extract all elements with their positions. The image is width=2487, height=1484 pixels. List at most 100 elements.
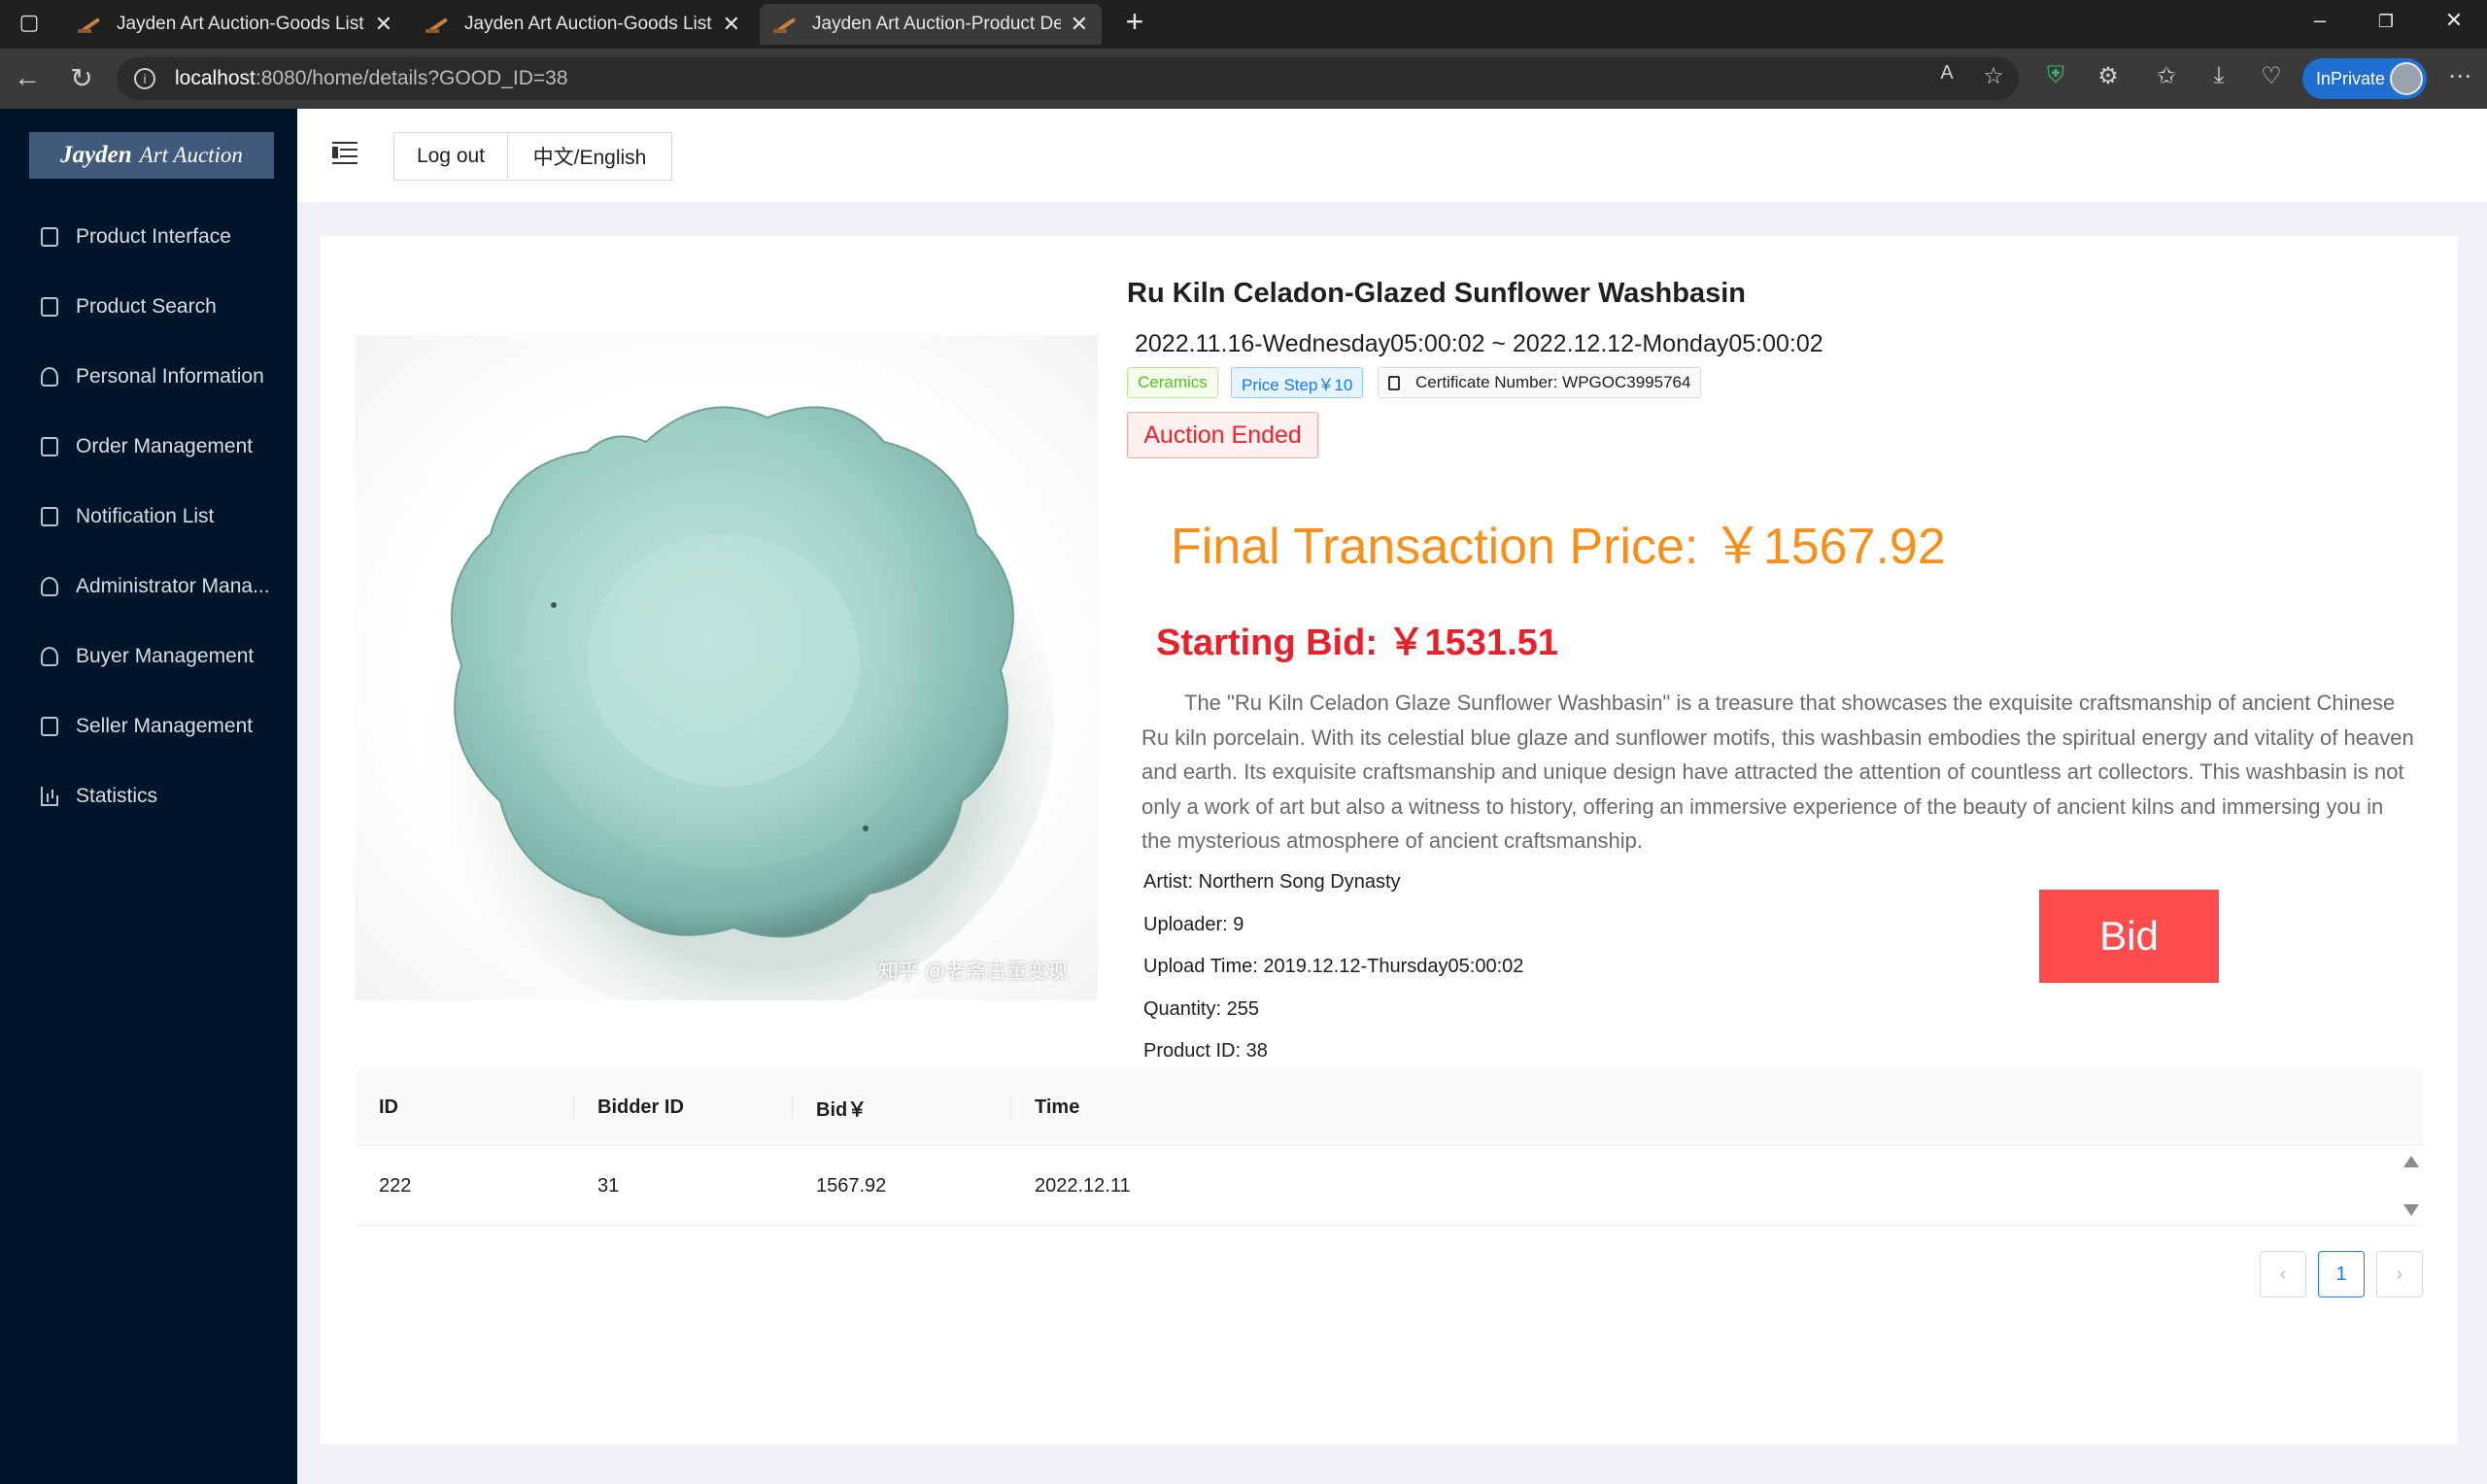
close-icon[interactable]: ✕ bbox=[375, 12, 392, 37]
id-card-icon bbox=[41, 717, 58, 736]
bar-chart-icon bbox=[41, 787, 58, 806]
starting-bid: Starting Bid: ￥1531.51 bbox=[1156, 623, 1558, 663]
tab-actions-icon[interactable]: ▢ bbox=[10, 10, 49, 35]
browser-tab-3[interactable]: Jayden Art Auction-Product Details ✕ bbox=[760, 4, 1102, 45]
table-row[interactable]: 222 31 1567.92 2022.12.11 bbox=[356, 1146, 2423, 1226]
product-id-info: Product ID: 38 bbox=[1143, 1040, 1268, 1062]
pagination-next-button[interactable]: › bbox=[2376, 1251, 2423, 1298]
bid-button[interactable]: Bid bbox=[2039, 890, 2219, 983]
sidebar-item-label: Statistics bbox=[76, 785, 158, 807]
more-menu-icon[interactable]: ⋯ bbox=[2442, 62, 2477, 90]
sidebar-item-order-management[interactable]: Order Management bbox=[0, 420, 297, 474]
uploader-info: Uploader: 9 bbox=[1143, 914, 1244, 935]
browser-tab-title: Jayden Art Auction-Goods List bbox=[464, 14, 712, 34]
url-input[interactable]: i localhost:8080/home/details?GOOD_ID=38 bbox=[117, 57, 2019, 100]
favorite-star-icon[interactable]: ☆ bbox=[1976, 62, 2011, 90]
table-header: ID Bidder ID Bid￥ Time bbox=[356, 1068, 2423, 1146]
sidebar-item-label: Seller Management bbox=[76, 715, 254, 737]
health-icon[interactable]: ♡ bbox=[2254, 62, 2289, 90]
restore-icon[interactable]: ❐ bbox=[2367, 12, 2405, 32]
scroll-down-arrow-icon[interactable] bbox=[2403, 1204, 2419, 1216]
artist-info: Artist: Northern Song Dynasty bbox=[1143, 871, 1401, 893]
browser-tab-title: Jayden Art Auction-Goods List bbox=[117, 14, 364, 34]
language-toggle-button[interactable]: 中文/English bbox=[507, 132, 672, 181]
extensions-icon[interactable]: ⚙ bbox=[2091, 62, 2126, 90]
close-icon[interactable]: ✕ bbox=[723, 12, 740, 37]
product-title: Ru Kiln Celadon-Glazed Sunflower Washbas… bbox=[1127, 278, 1746, 309]
browser-tab-2[interactable]: Jayden Art Auction-Goods List ✕ bbox=[412, 4, 754, 45]
favorites-icon[interactable]: ✩ bbox=[2149, 62, 2184, 90]
browser-tab-title: Jayden Art Auction-Product Details bbox=[812, 14, 1061, 34]
certificate-tag: Certificate Number: WPGOC3995764 bbox=[1378, 367, 1702, 398]
url-host: localhost bbox=[175, 67, 256, 89]
new-tab-icon[interactable]: + bbox=[1115, 4, 1154, 40]
sidebar-item-label: Product Search bbox=[76, 295, 217, 318]
gavel-icon bbox=[78, 16, 103, 33]
cell-id: 222 bbox=[379, 1174, 412, 1197]
order-icon bbox=[41, 437, 58, 456]
shield-icon[interactable]: ⛨ bbox=[2038, 62, 2073, 89]
window-close-icon[interactable]: ✕ bbox=[2435, 8, 2473, 33]
app-header: Log out 中文/English bbox=[297, 109, 2487, 202]
app-logo[interactable]: Jayden Art Auction bbox=[29, 132, 274, 179]
upload-time-info: Upload Time: 2019.12.12-Thursday05:00:02 bbox=[1143, 956, 1524, 977]
sidebar-item-label: Order Management bbox=[76, 435, 254, 457]
document-icon bbox=[41, 507, 58, 526]
logo-bold-text: Jayden bbox=[60, 142, 132, 168]
logout-button[interactable]: Log out bbox=[393, 132, 508, 181]
refresh-icon[interactable]: ↻ bbox=[62, 62, 101, 94]
product-image bbox=[355, 335, 1098, 1000]
sidebar-item-statistics[interactable]: Statistics bbox=[0, 769, 297, 824]
column-header-bidder-id: Bidder ID bbox=[597, 1096, 684, 1118]
download-icon[interactable]: ⤓ bbox=[2201, 62, 2236, 89]
cell-bid: 1567.92 bbox=[816, 1174, 887, 1197]
pagination-page-1[interactable]: 1 bbox=[2318, 1251, 2365, 1298]
column-header-time: Time bbox=[1035, 1096, 1080, 1118]
sidebar-item-product-interface[interactable]: Product Interface bbox=[0, 210, 297, 264]
logo-text: Art Auction bbox=[139, 143, 243, 167]
sidebar-item-label: Buyer Management bbox=[76, 645, 255, 667]
certificate-number: Certificate Number: WPGOC3995764 bbox=[1415, 373, 1691, 391]
category-tag: Ceramics bbox=[1127, 367, 1218, 398]
cell-bidder-id: 31 bbox=[597, 1174, 620, 1197]
sidebar-item-product-search[interactable]: Product Search bbox=[0, 280, 297, 334]
minimize-icon[interactable]: – bbox=[2300, 8, 2339, 33]
column-header-bid: Bid￥ bbox=[816, 1098, 868, 1121]
cell-time: 2022.12.11 bbox=[1035, 1174, 1131, 1197]
sidebar-item-administrator-management[interactable]: Administrator Mana... bbox=[0, 559, 297, 614]
back-icon[interactable]: ← bbox=[8, 62, 47, 93]
read-aloud-icon[interactable]: A bbox=[1929, 62, 1964, 84]
menu-fold-icon[interactable] bbox=[332, 142, 358, 164]
price-step-tag: Price Step￥10 bbox=[1231, 367, 1364, 398]
certificate-icon bbox=[1388, 375, 1400, 390]
sidebar-item-label: Administrator Mana... bbox=[76, 575, 270, 597]
browser-tab-1[interactable]: Jayden Art Auction-Goods List ✕ bbox=[64, 4, 406, 45]
close-icon[interactable]: ✕ bbox=[1071, 12, 1088, 37]
auction-status-badge: Auction Ended bbox=[1127, 412, 1318, 458]
auction-time-range: 2022.11.16-Wednesday05:00:02 ~ 2022.12.1… bbox=[1135, 330, 1823, 357]
inprivate-label: InPrivate bbox=[2316, 68, 2386, 88]
sidebar-item-buyer-management[interactable]: Buyer Management bbox=[0, 629, 297, 684]
inprivate-button[interactable]: InPrivate bbox=[2302, 58, 2427, 99]
browser-tab-bar: ▢ Jayden Art Auction-Goods List ✕ Jayden… bbox=[0, 0, 2487, 49]
final-transaction-price: Final Transaction Price: ￥1567.92 bbox=[1171, 519, 1946, 575]
sidebar-item-seller-management[interactable]: Seller Management bbox=[0, 699, 297, 754]
image-watermark: 知乎 @老斋古董变现 bbox=[878, 961, 1069, 983]
url-path: :8080/home/details?GOOD_ID=38 bbox=[255, 67, 568, 89]
user-icon bbox=[41, 367, 58, 387]
scroll-up-arrow-icon[interactable] bbox=[2403, 1156, 2419, 1167]
shopping-bag-icon bbox=[41, 227, 58, 247]
sidebar-item-label: Personal Information bbox=[76, 365, 264, 388]
sidebar-item-personal-information[interactable]: Personal Information bbox=[0, 350, 297, 404]
column-header-id: ID bbox=[379, 1096, 398, 1118]
search-file-icon bbox=[41, 297, 58, 317]
pagination-prev-button[interactable]: ‹ bbox=[2260, 1251, 2306, 1298]
gavel-icon bbox=[773, 16, 799, 33]
product-description: The "Ru Kiln Celadon Glaze Sunflower Was… bbox=[1141, 691, 2414, 853]
browser-address-bar: ← ↻ i localhost:8080/home/details?GOOD_I… bbox=[0, 49, 2487, 109]
sidebar-item-label: Product Interface bbox=[76, 225, 231, 248]
sidebar-item-label: Notification List bbox=[76, 505, 215, 527]
avatar bbox=[2390, 62, 2423, 95]
sidebar-item-notification-list[interactable]: Notification List bbox=[0, 489, 297, 544]
site-info-icon[interactable]: i bbox=[134, 68, 155, 89]
